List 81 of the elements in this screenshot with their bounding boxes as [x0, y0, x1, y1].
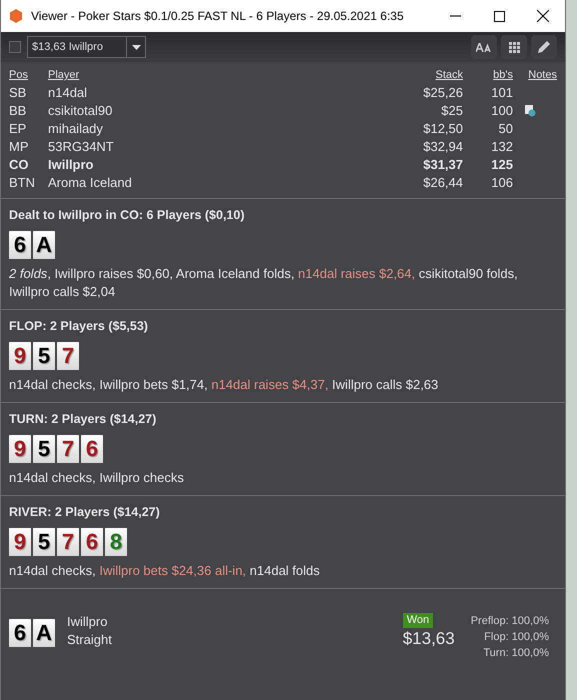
bb-cell-text: 50 — [498, 120, 513, 138]
playing-card: 8 — [105, 528, 127, 556]
position-cell-text: BB — [9, 102, 28, 120]
player-cell-text: Aroma Iceland — [48, 174, 133, 192]
position-cell-text: CO — [9, 156, 30, 174]
playing-card: 6 — [9, 231, 31, 259]
stack-cell-text: $25,26 — [422, 84, 463, 102]
hand-rank: Straight — [67, 631, 112, 649]
stack-cell-text: $31,37 — [422, 156, 463, 174]
stack-cell-text: $12,50 — [422, 120, 463, 138]
hand-dropdown[interactable]: $13,63 Iwillpro — [27, 36, 146, 58]
playing-card: 9 — [9, 528, 31, 556]
bb-cell-text: 106 — [490, 174, 513, 192]
pencil-icon — [537, 40, 551, 54]
bb-cell-text: 100 — [490, 102, 513, 120]
action-summary: n14dal checks, Iwillpro bets $1,74, n14dal raises $4,37, Iwillpro calls $2,63 — [9, 376, 440, 394]
font-size-icon — [476, 42, 492, 52]
note-icon[interactable] — [525, 105, 536, 117]
playing-card: 9 — [9, 342, 31, 370]
playing-card: 5 — [33, 528, 55, 556]
grid-button[interactable] — [501, 35, 527, 59]
playing-card: 6 — [81, 528, 103, 556]
column-header[interactable]: bb's — [463, 66, 513, 84]
playing-card: 5 — [33, 435, 55, 463]
player-cell-text: 53RG34NT — [48, 138, 115, 156]
player-row[interactable]: SB n14dal $25,26 101 — [9, 84, 557, 102]
caret-icon — [132, 44, 140, 50]
player-row[interactable]: MP 53RG34NT $32,94 132 — [9, 138, 557, 156]
position-cell-text: EP — [9, 120, 28, 138]
playing-card: A — [33, 619, 55, 647]
bb-cell-text: 101 — [490, 84, 513, 102]
column-header[interactable]: Notes — [513, 66, 557, 84]
player-row[interactable]: BTN Aroma Iceland $26,44 106 — [9, 174, 557, 192]
stack-cell-text: $26,44 — [422, 174, 463, 192]
bb-cell-text: 132 — [490, 138, 513, 156]
player-row[interactable]: CO Iwillpro $31,37 125 — [9, 156, 557, 174]
playing-card: 5 — [33, 342, 55, 370]
playing-card: 7 — [57, 528, 79, 556]
playing-card: 6 — [9, 619, 31, 647]
player-row[interactable]: BB csikitotal90 $25 100 — [9, 102, 557, 120]
player-cell-text: Iwillpro — [48, 156, 94, 174]
street-title: FLOP: 2 Players ($5,53) — [9, 318, 149, 334]
equity-text: Flop: 100,0% — [484, 630, 549, 645]
winner-name: Iwillpro — [67, 613, 108, 631]
action-summary: n14dal checks, Iwillpro checks — [9, 469, 185, 487]
maximize-icon — [494, 10, 504, 22]
edit-button[interactable] — [531, 35, 557, 59]
position-cell-text: MP — [9, 138, 30, 156]
action-summary: n14dal checks, Iwillpro bets $24,36 all-in, n14dal folds — [9, 562, 321, 580]
player-cell-text: csikitotal90 — [48, 102, 114, 120]
column-header[interactable]: Stack — [393, 66, 463, 84]
window-title: Viewer - Poker Stars $0.1/0.25 FAST NL - 6 Players - 29.05.2021 6:35 — [31, 8, 404, 25]
column-header[interactable]: Pos — [9, 66, 48, 84]
app-logo-icon — [9, 9, 23, 23]
equity-text: Preflop: 100,0% — [470, 614, 549, 629]
playing-card: A — [33, 231, 55, 259]
playing-card: 7 — [57, 342, 79, 370]
playing-card: 6 — [81, 435, 103, 463]
won-badge: Won — [402, 613, 434, 628]
position-cell-text: BTN — [9, 174, 36, 192]
street-title: RIVER: 2 Players ($14,27) — [9, 504, 161, 520]
close-icon — [537, 10, 549, 22]
playing-card: 9 — [9, 435, 31, 463]
column-header[interactable]: Player — [48, 66, 393, 84]
checkbox[interactable] — [9, 41, 21, 53]
street-title: Dealt to Iwillpro in CO: 6 Players ($0,10) — [9, 207, 246, 223]
position-cell-text: SB — [9, 84, 28, 102]
stack-cell-text: $32,94 — [422, 138, 463, 156]
street-title: TURN: 2 Players ($14,27) — [9, 411, 158, 427]
player-row[interactable]: EP mihailady $12,50 50 — [9, 120, 557, 138]
playing-card: 7 — [57, 435, 79, 463]
font-size-button[interactable] — [471, 35, 497, 59]
minimize-icon — [450, 15, 460, 17]
stack-cell-text: $25 — [440, 102, 463, 120]
won-amount: $13,63 — [402, 628, 455, 650]
equity-text: Turn: 100,0% — [483, 646, 549, 661]
action-summary: 2 folds, Iwillpro raises $0,60, Aroma Iceland folds, n14dal raises $2,64, csikitotal90 folds, Iwillpro calls $2,04 — [9, 265, 519, 301]
player-cell-text: n14dal — [48, 84, 88, 102]
player-cell-text: mihailady — [48, 120, 104, 138]
bb-cell-text: 125 — [490, 156, 513, 174]
grid-icon — [508, 42, 520, 52]
